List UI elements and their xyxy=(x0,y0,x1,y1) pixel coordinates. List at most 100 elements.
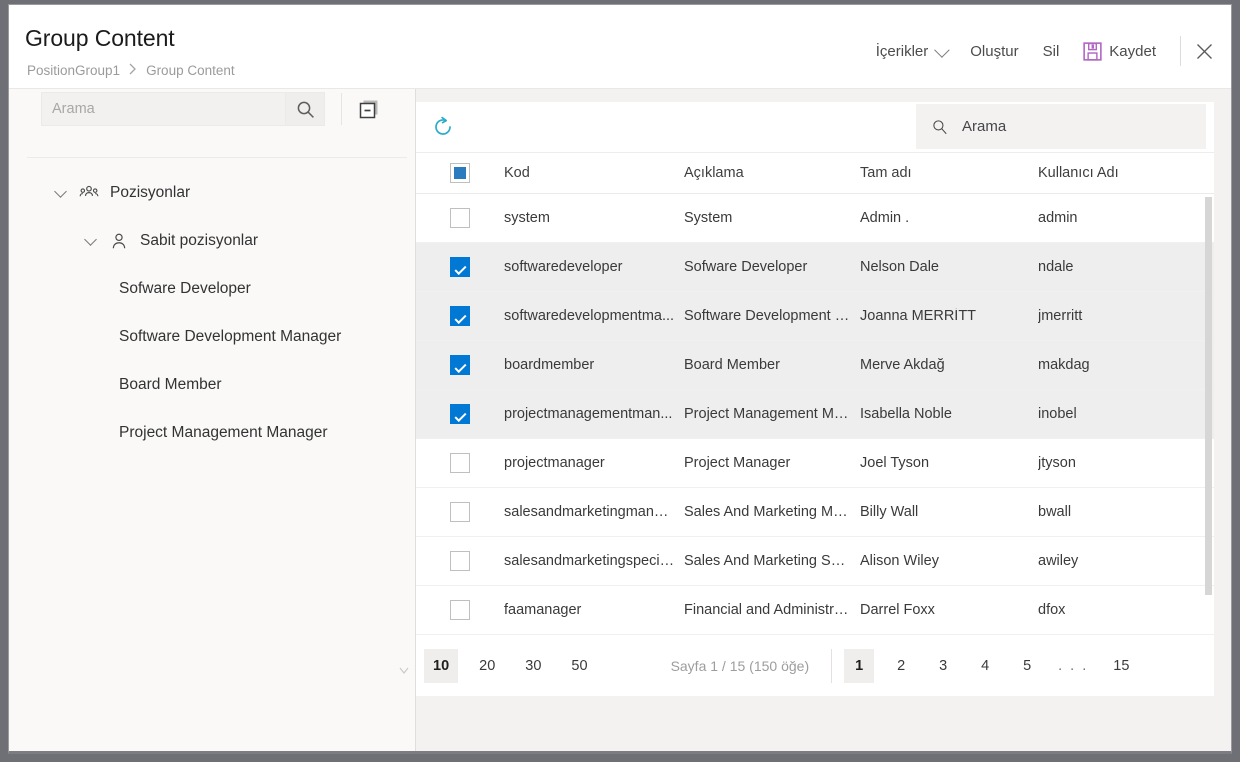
select-all-checkbox[interactable] xyxy=(450,163,470,183)
page-4[interactable]: 4 xyxy=(970,649,1000,683)
column-header-tam-adi[interactable]: Tam adı xyxy=(860,165,1038,181)
scrollbar-thumb[interactable] xyxy=(1205,197,1212,595)
page-5[interactable]: 5 xyxy=(1012,649,1042,683)
column-header-kullanici-adi[interactable]: Kullanıcı Adı xyxy=(1038,165,1208,181)
table-row[interactable]: faamanager Financial and Administrat... … xyxy=(416,586,1214,635)
page-size-20[interactable]: 20 xyxy=(470,649,504,683)
page-3[interactable]: 3 xyxy=(928,649,958,683)
table-row[interactable]: softwaredeveloper Sofware Developer Nels… xyxy=(416,243,1214,292)
cell-kod: boardmember xyxy=(504,357,684,373)
delete-button[interactable]: Sil xyxy=(1031,38,1072,65)
table-row[interactable]: salesandmarketingspecial... Sales And Ma… xyxy=(416,537,1214,586)
row-checkbox[interactable] xyxy=(450,600,470,620)
header-actions: İçerikler Oluştur Sil Kaydet xyxy=(864,35,1221,67)
sidebar-scroll-indicator-icon xyxy=(399,667,409,677)
column-header-kod[interactable]: Kod xyxy=(504,165,684,181)
breadcrumb: PositionGroup1 Group Content xyxy=(27,63,235,78)
tree-node-label: Project Management Manager xyxy=(119,424,328,442)
sidebar-search-field[interactable] xyxy=(41,92,286,126)
grid-search-input[interactable] xyxy=(960,117,1190,136)
row-checkbox[interactable] xyxy=(450,257,470,277)
tree-node-board-member[interactable]: Board Member xyxy=(9,361,415,409)
cell-kullanici-adi: inobel xyxy=(1038,406,1208,422)
page-2[interactable]: 2 xyxy=(886,649,916,683)
tree-node-pozisyonlar[interactable]: Pozisyonlar xyxy=(9,169,415,217)
create-label: Oluştur xyxy=(970,43,1018,60)
page-ellipsis: . . . xyxy=(1054,658,1092,674)
cell-tam-adi: Billy Wall xyxy=(860,504,1038,520)
cell-kullanici-adi: jtyson xyxy=(1038,455,1208,471)
table-row[interactable]: salesandmarketingmanag... Sales And Mark… xyxy=(416,488,1214,537)
chevron-down-icon[interactable] xyxy=(85,235,98,248)
breadcrumb-item-parent[interactable]: PositionGroup1 xyxy=(27,63,120,78)
row-checkbox[interactable] xyxy=(450,355,470,375)
table-row[interactable]: projectmanagementman... Project Manageme… xyxy=(416,390,1214,439)
close-icon xyxy=(1196,43,1213,60)
tree-node-software-development-manager[interactable]: Software Development Manager xyxy=(9,313,415,361)
sidebar-search-row xyxy=(41,92,382,126)
save-button[interactable]: Kaydet xyxy=(1071,37,1168,66)
table-row[interactable]: system System Admin . admin xyxy=(416,194,1214,243)
people-group-icon xyxy=(79,183,99,203)
collapse-all-icon xyxy=(358,98,380,120)
row-select-cell xyxy=(416,355,504,375)
data-table: Kod Açıklama Tam adı Kullanıcı Adı syste… xyxy=(416,153,1214,638)
chevron-down-icon[interactable] xyxy=(55,187,68,200)
cell-aciklama: Board Member xyxy=(684,357,860,373)
row-checkbox[interactable] xyxy=(450,453,470,473)
cell-tam-adi: Alison Wiley xyxy=(860,553,1038,569)
tree-node-sabit-pozisyonlar[interactable]: Sabit pozisyonlar xyxy=(9,217,415,265)
cell-kod: faamanager xyxy=(504,602,684,618)
tree-node-label: Sofware Developer xyxy=(119,280,251,298)
cell-tam-adi: Isabella Noble xyxy=(860,406,1038,422)
search-icon xyxy=(932,118,948,136)
grid-search-field[interactable] xyxy=(916,104,1206,149)
cell-kullanici-adi: awiley xyxy=(1038,553,1208,569)
contents-dropdown-button[interactable]: İçerikler xyxy=(864,38,959,65)
cell-kod: salesandmarketingmanag... xyxy=(504,504,684,520)
row-checkbox[interactable] xyxy=(450,404,470,424)
tree-node-label: Software Development Manager xyxy=(119,328,341,346)
row-checkbox[interactable] xyxy=(450,502,470,522)
cell-kod: projectmanagementman... xyxy=(504,406,684,422)
row-checkbox[interactable] xyxy=(450,306,470,326)
cell-kullanici-adi: makdag xyxy=(1038,357,1208,373)
tree-node-label: Sabit pozisyonlar xyxy=(140,232,258,250)
row-select-cell xyxy=(416,404,504,424)
cell-tam-adi: Admin . xyxy=(860,210,1038,226)
position-tree: Pozisyonlar Sabit pozisyonlar Sofware De… xyxy=(9,169,415,457)
refresh-button[interactable] xyxy=(428,112,458,142)
close-button[interactable] xyxy=(1187,35,1221,67)
cell-kod: projectmanager xyxy=(504,455,684,471)
table-header-row: Kod Açıklama Tam adı Kullanıcı Adı xyxy=(416,153,1214,194)
tree-node-sofware-developer[interactable]: Sofware Developer xyxy=(9,265,415,313)
collapse-all-button[interactable] xyxy=(356,96,382,122)
table-vertical-scrollbar[interactable] xyxy=(1205,197,1212,617)
page-last[interactable]: 15 xyxy=(1104,649,1138,683)
column-header-aciklama[interactable]: Açıklama xyxy=(684,165,860,181)
create-button[interactable]: Oluştur xyxy=(958,38,1030,65)
page-size-50[interactable]: 50 xyxy=(562,649,596,683)
tree-node-label: Pozisyonlar xyxy=(110,184,190,202)
select-all-cell xyxy=(416,163,504,183)
row-checkbox[interactable] xyxy=(450,551,470,571)
search-icon xyxy=(296,100,315,119)
row-checkbox[interactable] xyxy=(450,208,470,228)
table-row[interactable]: boardmember Board Member Merve Akdağ mak… xyxy=(416,341,1214,390)
pagination-divider xyxy=(831,649,832,683)
cell-kod: system xyxy=(504,210,684,226)
cell-kod: salesandmarketingspecial... xyxy=(504,553,684,569)
page-1[interactable]: 1 xyxy=(844,649,874,683)
search-input[interactable] xyxy=(42,101,285,117)
breadcrumb-separator-icon xyxy=(129,63,137,78)
row-select-cell xyxy=(416,551,504,571)
cell-aciklama: Software Development M... xyxy=(684,308,860,324)
page-size-30[interactable]: 30 xyxy=(516,649,550,683)
tree-node-project-management-manager[interactable]: Project Management Manager xyxy=(9,409,415,457)
sidebar-search-button[interactable] xyxy=(286,92,325,126)
content-pane: Kod Açıklama Tam adı Kullanıcı Adı syste… xyxy=(416,89,1231,754)
page-size-10[interactable]: 10 xyxy=(424,649,458,683)
table-row[interactable]: softwaredevelopmentma... Software Develo… xyxy=(416,292,1214,341)
breadcrumb-item-current[interactable]: Group Content xyxy=(146,63,235,78)
table-row[interactable]: projectmanager Project Manager Joel Tyso… xyxy=(416,439,1214,488)
